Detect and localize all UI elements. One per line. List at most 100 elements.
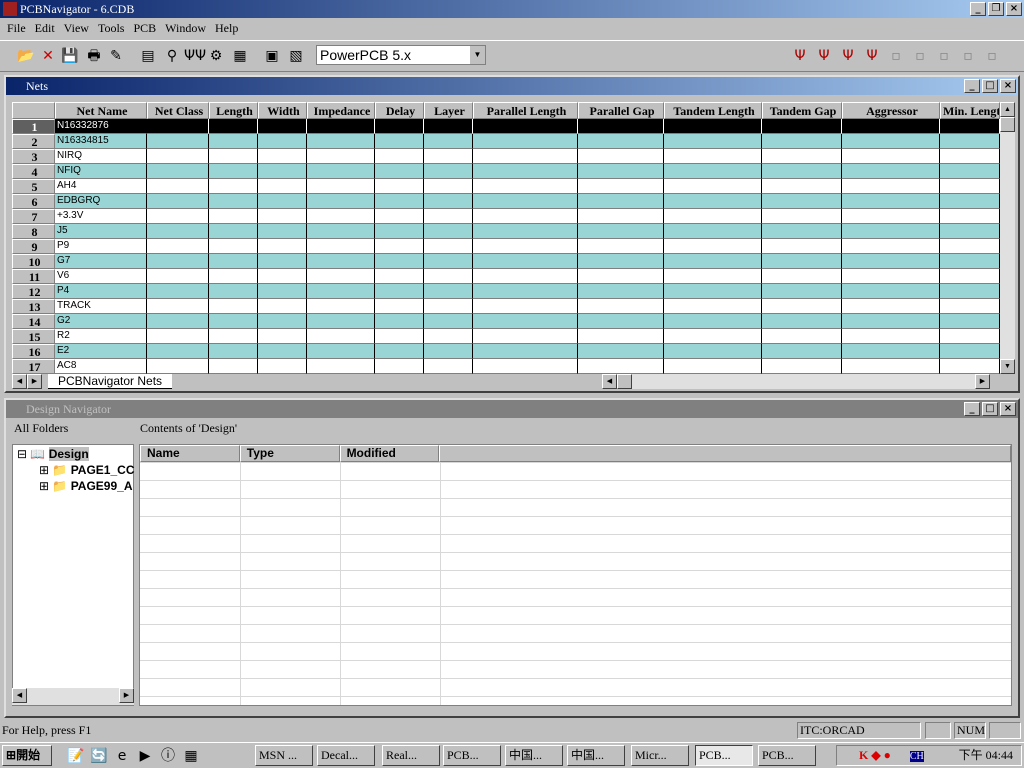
grid-cell[interactable] [209, 224, 258, 239]
table-row[interactable]: 7 +3.3V [12, 209, 1000, 224]
grid-cell[interactable] [307, 209, 375, 224]
grid-cell[interactable] [842, 179, 940, 194]
list-column-header[interactable]: Type [239, 445, 340, 462]
chevron-down-icon[interactable]: ▼ [470, 46, 485, 64]
grid-cell[interactable] [147, 269, 209, 284]
taskbar-button[interactable]: PCB... [758, 745, 816, 766]
probe-icon[interactable]: ⚲ [162, 46, 182, 66]
grid-cell[interactable] [307, 284, 375, 299]
grid-cell[interactable] [762, 314, 842, 329]
grid-cell[interactable] [940, 299, 1000, 314]
row-number[interactable]: 7 [12, 209, 55, 224]
row-number[interactable]: 4 [12, 164, 55, 179]
grid-cell[interactable] [473, 299, 578, 314]
column-header[interactable]: Width [258, 102, 307, 119]
grid-cell[interactable] [375, 359, 424, 374]
grid-cell[interactable] [940, 344, 1000, 359]
hscroll-left-button[interactable]: ◀ [602, 374, 617, 389]
horizontal-scrollbar[interactable]: ◀ ▶ [602, 374, 990, 389]
scroll-thumb[interactable] [1000, 117, 1015, 132]
grid-cell[interactable] [473, 119, 578, 134]
grid-cell[interactable] [940, 329, 1000, 344]
quick-launch-icon[interactable]: 🔄 [89, 746, 109, 766]
table-row[interactable]: 14 G2 [12, 314, 1000, 329]
grid-cell[interactable] [209, 194, 258, 209]
column-header[interactable]: Net Name [55, 102, 147, 119]
grid-cell[interactable] [842, 254, 940, 269]
grid-cell[interactable] [375, 194, 424, 209]
net-tool-2-icon[interactable]: Ψ [814, 46, 834, 66]
tree-item[interactable]: ⊞ 📁 PAGE1_CC [39, 463, 134, 477]
grid-cell[interactable] [307, 299, 375, 314]
grid-cell[interactable] [762, 209, 842, 224]
grid-cell[interactable] [424, 299, 473, 314]
taskbar-button[interactable]: MSN ... [255, 745, 313, 766]
collapse-icon[interactable]: ⊟ [17, 447, 30, 461]
quick-launch-icon[interactable]: ⓘ [158, 746, 178, 766]
grid-cell[interactable] [842, 314, 940, 329]
route-icon[interactable]: ⚙ [206, 46, 226, 66]
grid-cell[interactable] [424, 329, 473, 344]
grid-cell[interactable] [473, 344, 578, 359]
grid-cell[interactable] [209, 149, 258, 164]
column-header[interactable]: Tandem Length [664, 102, 762, 119]
grid-cell[interactable] [209, 119, 258, 134]
column-header[interactable]: Delay [375, 102, 424, 119]
tab-next-button[interactable]: ▶ [27, 374, 42, 389]
grid-cell[interactable] [209, 344, 258, 359]
grid-cell[interactable] [940, 179, 1000, 194]
grid-cell[interactable] [375, 209, 424, 224]
grid-cell[interactable] [473, 269, 578, 284]
grid-cell[interactable] [940, 314, 1000, 329]
grid-cell[interactable] [307, 344, 375, 359]
nets-close-button[interactable]: × [1000, 79, 1016, 93]
row-number[interactable]: 11 [12, 269, 55, 284]
grid-cell[interactable] [578, 254, 664, 269]
grid-cell[interactable] [258, 224, 307, 239]
grid-cell[interactable] [424, 239, 473, 254]
grid-cell[interactable] [762, 179, 842, 194]
grid-cell[interactable] [664, 269, 762, 284]
column-header[interactable]: Parallel Gap [578, 102, 664, 119]
grid-cell[interactable] [258, 254, 307, 269]
table-row[interactable]: 16 E2 [12, 344, 1000, 359]
net-name-cell[interactable]: V6 [55, 269, 147, 284]
list-column-header[interactable]: Name [140, 445, 240, 462]
grid-cell[interactable] [258, 119, 307, 134]
net-name-cell[interactable]: AC8 [55, 359, 147, 374]
grid-cell[interactable] [375, 254, 424, 269]
row-number[interactable]: 17 [12, 359, 55, 374]
grid-cell[interactable] [940, 164, 1000, 179]
grid-cell[interactable] [424, 209, 473, 224]
row-number[interactable]: 8 [12, 224, 55, 239]
grid-cell[interactable] [307, 254, 375, 269]
nets-icon[interactable]: ΨΨ [184, 46, 206, 66]
net-name-cell[interactable]: NFIQ [55, 164, 147, 179]
grid-cell[interactable] [473, 314, 578, 329]
grid-cell[interactable] [664, 239, 762, 254]
menu-help[interactable]: Help [212, 18, 244, 38]
taskbar-button[interactable]: Decal... [317, 745, 375, 766]
menu-view[interactable]: View [61, 18, 95, 38]
table-row[interactable]: 12 P4 [12, 284, 1000, 299]
grid-cell[interactable] [147, 359, 209, 374]
grid-cell[interactable] [307, 194, 375, 209]
quick-launch-icon[interactable]: 📝 [66, 746, 86, 766]
grid-cell[interactable] [940, 134, 1000, 149]
grid-cell[interactable] [664, 134, 762, 149]
window-icon[interactable]: ▤ [138, 46, 158, 66]
grid-cell[interactable] [147, 179, 209, 194]
table-row[interactable]: 5 AH4 [12, 179, 1000, 194]
grid-cell[interactable] [209, 134, 258, 149]
net-name-cell[interactable]: N16332876 [55, 119, 147, 134]
grid-cell[interactable] [940, 149, 1000, 164]
grid-cell[interactable] [578, 149, 664, 164]
net-name-cell[interactable]: E2 [55, 344, 147, 359]
grid-cell[interactable] [424, 269, 473, 284]
grid-cell[interactable] [762, 134, 842, 149]
grid-cell[interactable] [762, 164, 842, 179]
grid-cell[interactable] [473, 224, 578, 239]
grid-cell[interactable] [578, 299, 664, 314]
grid-cell[interactable] [842, 284, 940, 299]
column-header[interactable]: Parallel Length [473, 102, 578, 119]
